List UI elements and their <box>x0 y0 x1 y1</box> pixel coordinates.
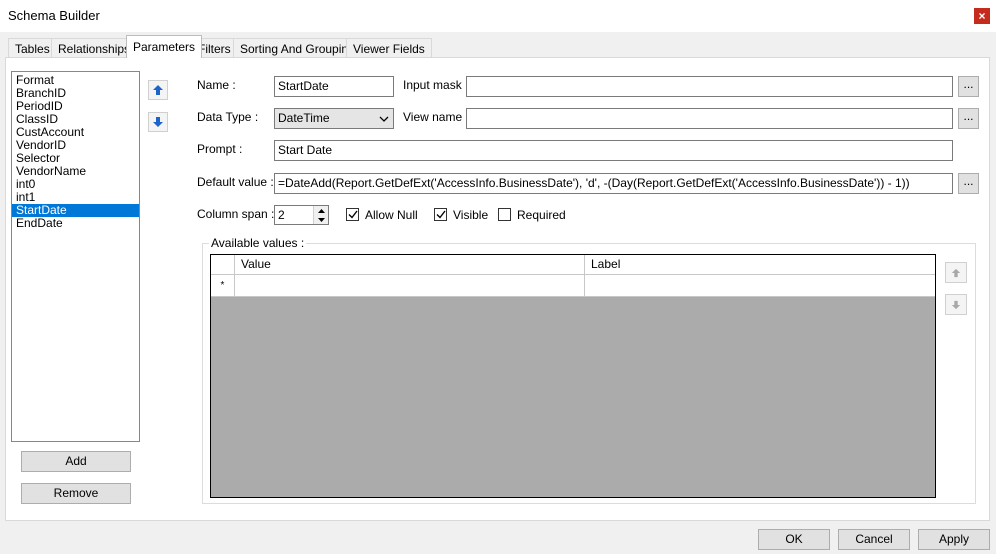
data-type-value: DateTime <box>278 111 330 125</box>
default-value-browse-button[interactable]: ... <box>958 173 979 194</box>
input-mask-browse-button[interactable]: ... <box>958 76 979 97</box>
stepper-up-button[interactable] <box>314 206 328 215</box>
caret-up-icon <box>317 208 325 213</box>
prompt-label: Prompt : <box>197 142 243 156</box>
list-item[interactable]: EndDate <box>12 217 139 230</box>
name-field[interactable]: StartDate <box>274 76 394 97</box>
column-span-stepper[interactable]: 2 <box>274 205 329 225</box>
remove-button[interactable]: Remove <box>21 483 131 504</box>
available-values-title: Available values : <box>209 236 307 250</box>
input-mask-label: Input mask : <box>403 78 469 92</box>
column-header-value[interactable]: Value <box>235 255 585 274</box>
value-move-up-button[interactable] <box>945 262 967 283</box>
ok-button[interactable]: OK <box>758 529 830 550</box>
title-bar: Schema Builder × <box>0 0 996 32</box>
checkmark-icon <box>436 210 446 219</box>
column-span-value: 2 <box>278 208 285 222</box>
tab-relationships[interactable]: Relationships <box>51 38 138 57</box>
visible-checkbox[interactable] <box>434 208 447 221</box>
required-checkbox[interactable] <box>498 208 511 221</box>
input-mask-field[interactable] <box>466 76 953 97</box>
checkmark-icon <box>348 210 358 219</box>
value-cell[interactable] <box>235 275 585 296</box>
default-value-label: Default value : <box>197 175 274 189</box>
stepper-buttons <box>313 206 328 224</box>
grid-header: Value Label <box>211 255 935 275</box>
arrow-down-icon <box>153 117 163 127</box>
column-header-label[interactable]: Label <box>585 255 935 274</box>
data-type-select[interactable]: DateTime <box>274 108 394 129</box>
add-button[interactable]: Add <box>21 451 131 472</box>
visible-label: Visible <box>453 208 489 222</box>
column-span-label: Column span : <box>197 207 275 221</box>
new-row-marker: * <box>211 275 235 296</box>
window-title: Schema Builder <box>8 8 100 23</box>
tab-sorting-and-grouping[interactable]: Sorting And Grouping <box>233 38 362 57</box>
caret-down-icon <box>317 217 325 222</box>
prompt-field[interactable]: Start Date <box>274 140 953 161</box>
close-button[interactable]: × <box>974 8 990 24</box>
data-type-label: Data Type : <box>197 110 259 124</box>
value-move-down-button[interactable] <box>945 294 967 315</box>
default-value-field[interactable]: =DateAdd(Report.GetDefExt('AccessInfo.Bu… <box>274 173 953 194</box>
parameter-list[interactable]: Format BranchID PeriodID ClassID CustAcc… <box>11 71 140 442</box>
stepper-down-button[interactable] <box>314 215 328 224</box>
grid-corner-cell <box>211 255 235 274</box>
tab-parameters[interactable]: Parameters <box>126 35 203 58</box>
tab-tables[interactable]: Tables <box>8 38 57 57</box>
view-name-field[interactable] <box>466 108 953 129</box>
label-cell[interactable] <box>585 275 935 296</box>
allow-null-checkbox[interactable] <box>346 208 359 221</box>
available-values-grid[interactable]: Value Label * <box>210 254 936 498</box>
arrow-up-icon <box>951 268 961 277</box>
view-name-label: View name : <box>403 110 469 124</box>
required-label: Required <box>517 208 566 222</box>
move-down-button[interactable] <box>148 112 168 132</box>
move-up-button[interactable] <box>148 80 168 100</box>
arrow-up-icon <box>153 85 163 95</box>
view-name-browse-button[interactable]: ... <box>958 108 979 129</box>
tab-viewer-fields[interactable]: Viewer Fields <box>346 38 432 57</box>
arrow-down-icon <box>951 300 961 309</box>
apply-button[interactable]: Apply <box>918 529 990 550</box>
chevron-down-icon <box>379 116 389 122</box>
table-row[interactable]: * <box>211 275 935 297</box>
name-label: Name : <box>197 78 236 92</box>
allow-null-label: Allow Null <box>365 208 418 222</box>
cancel-button[interactable]: Cancel <box>838 529 910 550</box>
